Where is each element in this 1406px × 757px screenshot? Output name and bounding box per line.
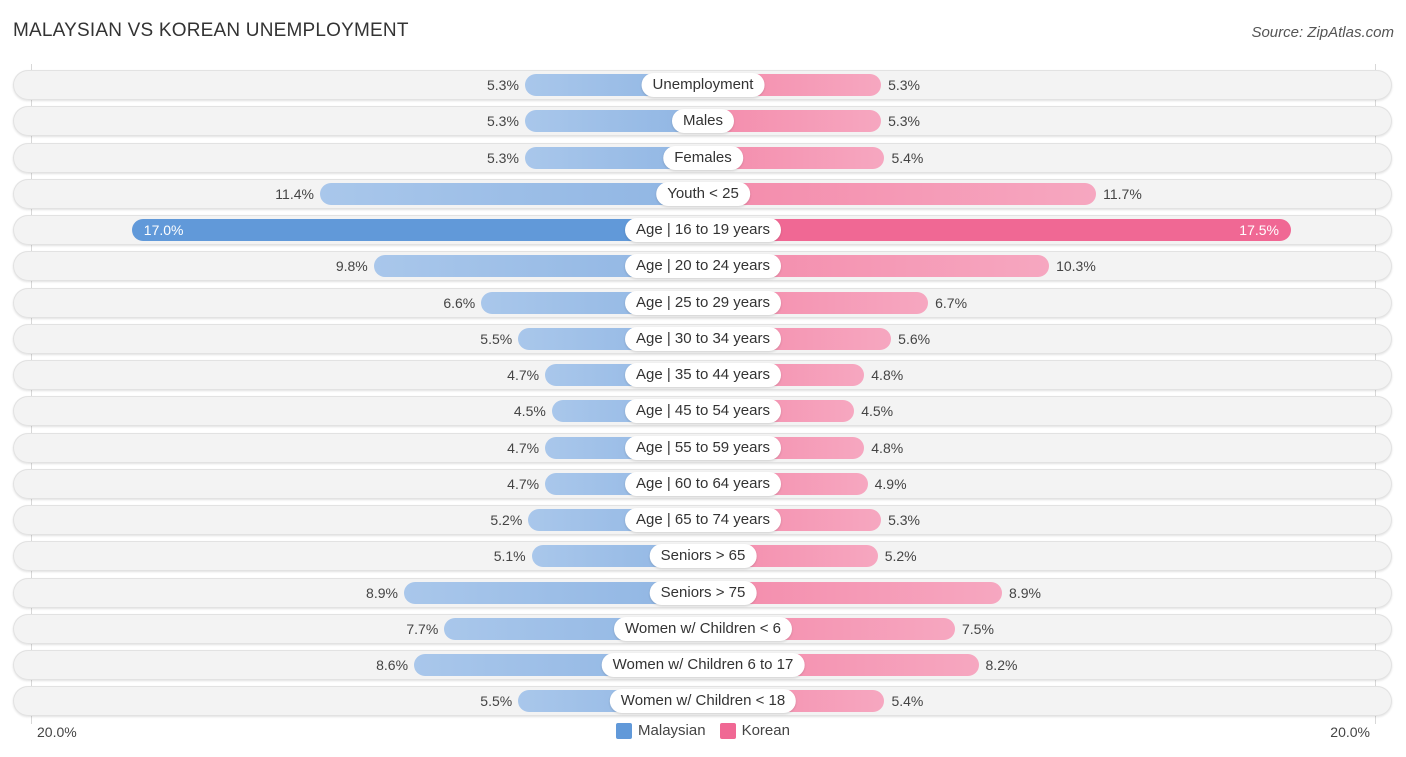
value-label-korean: 4.8% <box>871 367 904 383</box>
value-label-malaysian: 5.2% <box>490 512 523 528</box>
category-label: Males <box>671 109 735 134</box>
value-label-korean: 5.3% <box>888 512 920 528</box>
value-label-korean: 17.5% <box>1239 222 1279 238</box>
value-label-malaysian: 5.3% <box>487 77 519 93</box>
value-label-korean: 5.6% <box>898 330 931 347</box>
value-label-malaysian: 4.5% <box>513 403 546 420</box>
value-label-korean: 7.5% <box>962 620 994 637</box>
value-label-korean: 4.5% <box>861 403 894 420</box>
category-label: Age | 60 to 64 years <box>625 471 781 496</box>
value-label-malaysian: 4.7% <box>507 475 540 492</box>
category-label: Women w/ Children < 6 <box>613 616 793 641</box>
value-label-korean: 5.4% <box>891 149 924 166</box>
value-label-korean: 5.3% <box>888 113 920 130</box>
category-label: Women w/ Children 6 to 17 <box>601 653 805 677</box>
value-label-malaysian: 4.7% <box>507 439 540 456</box>
value-label-malaysian: 5.5% <box>480 330 513 347</box>
value-label-korean: 6.7% <box>935 294 968 311</box>
value-label-korean: 4.9% <box>874 475 907 492</box>
value-label-malaysian: 8.6% <box>376 657 409 673</box>
legend: Malaysian Korean <box>0 722 1406 739</box>
value-label-korean: 10.3% <box>1056 258 1096 275</box>
legend-swatch-malaysian <box>616 722 633 739</box>
value-label-korean: 11.7% <box>1103 185 1142 202</box>
legend-item-korean[interactable]: Korean <box>719 722 790 739</box>
bar-korean[interactable] <box>703 219 1291 241</box>
category-label: Age | 65 to 74 years <box>625 508 781 532</box>
value-label-malaysian: 8.9% <box>366 584 398 601</box>
category-label: Women w/ Children < 18 <box>609 689 797 714</box>
category-label: Seniors > 65 <box>649 544 757 569</box>
value-label-korean: 4.8% <box>871 439 904 456</box>
value-label-malaysian: 5.3% <box>487 113 519 130</box>
value-label-malaysian: 11.4% <box>275 185 314 202</box>
bar-malaysian[interactable] <box>131 219 703 241</box>
category-label: Unemployment <box>641 73 765 97</box>
value-label-malaysian: 6.6% <box>443 294 476 311</box>
value-label-korean: 8.2% <box>985 657 1018 673</box>
value-label-korean: 5.3% <box>888 77 920 93</box>
category-label: Age | 20 to 24 years <box>625 254 781 279</box>
value-label-malaysian: 5.1% <box>493 548 526 565</box>
value-label-korean: 5.4% <box>891 693 924 710</box>
legend-label-korean: Korean <box>741 722 790 739</box>
legend-label-malaysian: Malaysian <box>638 722 706 739</box>
value-label-korean: 8.9% <box>1009 584 1041 601</box>
bar-korean[interactable] <box>703 182 1097 205</box>
category-label: Age | 30 to 34 years <box>625 326 781 351</box>
bar-malaysian[interactable] <box>319 182 703 205</box>
value-label-korean: 5.2% <box>884 548 917 565</box>
value-label-malaysian: 4.7% <box>507 367 540 383</box>
category-label: Youth < 25 <box>656 181 750 206</box>
category-label: Age | 55 to 59 years <box>625 435 781 460</box>
legend-item-malaysian[interactable]: Malaysian <box>616 722 706 739</box>
value-label-malaysian: 5.3% <box>487 149 519 166</box>
category-label: Females <box>663 145 743 170</box>
value-label-malaysian: 5.5% <box>480 693 513 710</box>
legend-swatch-korean <box>719 722 736 739</box>
value-label-malaysian: 17.0% <box>143 222 184 238</box>
value-label-malaysian: 9.8% <box>335 258 368 275</box>
category-label: Seniors > 75 <box>649 580 757 605</box>
category-label: Age | 16 to 19 years <box>625 218 781 242</box>
value-label-malaysian: 7.7% <box>406 620 439 637</box>
category-label: Age | 35 to 44 years <box>625 363 781 387</box>
chart-rows: 5.3% 5.3% Unemployment 5.3% 5.3% Males 5.3% 5.4… <box>0 0 1406 757</box>
category-label: Age | 25 to 29 years <box>625 290 781 315</box>
category-label: Age | 45 to 54 years <box>625 399 781 424</box>
